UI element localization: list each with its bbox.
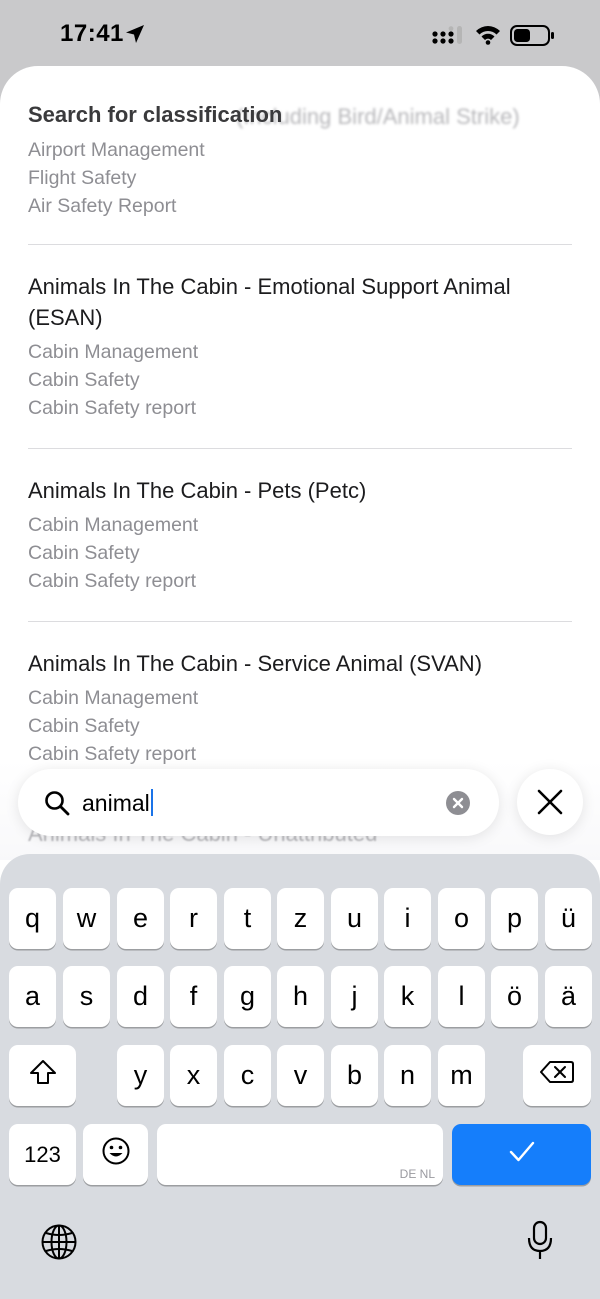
key[interactable]: z (277, 888, 324, 949)
key[interactable]: m (438, 1045, 485, 1106)
key[interactable]: b (331, 1045, 378, 1106)
status-time: 17:41 (60, 20, 124, 47)
close-search-button[interactable] (517, 769, 583, 835)
key[interactable]: d (117, 966, 164, 1027)
result-meta: Cabin Safety report (28, 570, 197, 592)
key[interactable]: h (277, 966, 324, 1027)
done-key[interactable] (452, 1124, 591, 1185)
list-item[interactable]: Airport Management Flight Safety Air Saf… (28, 136, 572, 220)
result-meta: Cabin Safety report (28, 397, 197, 419)
backspace-icon (540, 1060, 574, 1091)
globe-icon[interactable] (40, 1223, 78, 1266)
text-caret (150, 789, 154, 816)
divider (28, 244, 572, 245)
key[interactable]: g (224, 966, 271, 1027)
list-item[interactable]: Animals In The Cabin - Pets (Petc) Cabin… (28, 475, 572, 595)
key[interactable]: n (384, 1045, 431, 1106)
key[interactable]: y (117, 1045, 164, 1106)
list-item[interactable]: Animals In The Cabin - Emotional Support… (28, 271, 572, 422)
key[interactable]: o (438, 888, 485, 949)
key[interactable]: p (491, 888, 538, 949)
key[interactable]: v (277, 1045, 324, 1106)
result-meta: Cabin Safety (28, 542, 140, 564)
numbers-key[interactable]: 123 (9, 1124, 76, 1185)
result-title: Animals In The Cabin - Service Animal (S… (28, 651, 483, 676)
result-meta: Airport Management (28, 139, 205, 161)
shift-icon (29, 1059, 57, 1092)
result-title: (ESAN) (28, 305, 103, 330)
wifi-icon (474, 23, 502, 50)
key[interactable]: f (170, 966, 217, 1027)
divider (28, 621, 572, 622)
key[interactable]: ö (491, 966, 538, 1027)
cellular-signal-icon (432, 26, 464, 51)
key[interactable]: w (63, 888, 110, 949)
result-meta: Cabin Management (28, 687, 199, 709)
delete-key[interactable] (523, 1045, 591, 1106)
key[interactable]: c (224, 1045, 271, 1106)
result-meta: Cabin Safety (28, 369, 140, 391)
clear-icon[interactable] (446, 791, 470, 815)
space-key[interactable]: DE NL (157, 1124, 443, 1185)
key[interactable]: e (117, 888, 164, 949)
result-title: Animals In The Cabin - Emotional Support… (28, 274, 511, 299)
location-arrow-icon (124, 23, 146, 50)
key[interactable]: ü (545, 888, 592, 949)
key[interactable]: s (63, 966, 110, 1027)
list-item[interactable]: Animals In The Cabin - Service Animal (S… (28, 648, 572, 768)
key[interactable]: ä (545, 966, 592, 1027)
microphone-icon[interactable] (525, 1220, 555, 1267)
battery-icon (510, 25, 556, 52)
classification-sheet: (Including Bird/Animal Strike) Search fo… (0, 66, 600, 1299)
sheet-title: Search for classification (28, 102, 283, 127)
search-input[interactable]: animal (82, 789, 154, 817)
search-input-value: animal (82, 790, 150, 816)
key[interactable]: u (331, 888, 378, 949)
search-icon (44, 790, 70, 821)
status-bar: 17:41 (0, 0, 600, 70)
result-meta: Cabin Management (28, 514, 199, 536)
emoji-icon (101, 1136, 131, 1173)
result-meta: Air Safety Report (28, 195, 177, 217)
key[interactable]: q (9, 888, 56, 949)
key[interactable]: t (224, 888, 271, 949)
key[interactable]: a (9, 966, 56, 1027)
key[interactable]: k (384, 966, 431, 1027)
key[interactable]: l (438, 966, 485, 1027)
checkmark-icon (509, 1139, 535, 1170)
emoji-key[interactable] (83, 1124, 148, 1185)
result-meta: Flight Safety (28, 167, 137, 189)
keyboard-language-hint: DE NL (399, 1167, 435, 1181)
result-meta: Cabin Safety (28, 715, 140, 737)
result-meta: Cabin Management (28, 341, 199, 363)
key[interactable]: x (170, 1045, 217, 1106)
result-title: Animals In The Cabin - Pets (Petc) (28, 478, 367, 503)
divider (28, 448, 572, 449)
key[interactable]: r (170, 888, 217, 949)
key[interactable]: i (384, 888, 431, 949)
shift-key[interactable] (9, 1045, 76, 1106)
keyboard: q w e r t z u i o p ü a s d f g h j k l … (0, 854, 600, 1299)
key[interactable]: j (331, 966, 378, 1027)
search-field[interactable]: animal (18, 769, 499, 836)
